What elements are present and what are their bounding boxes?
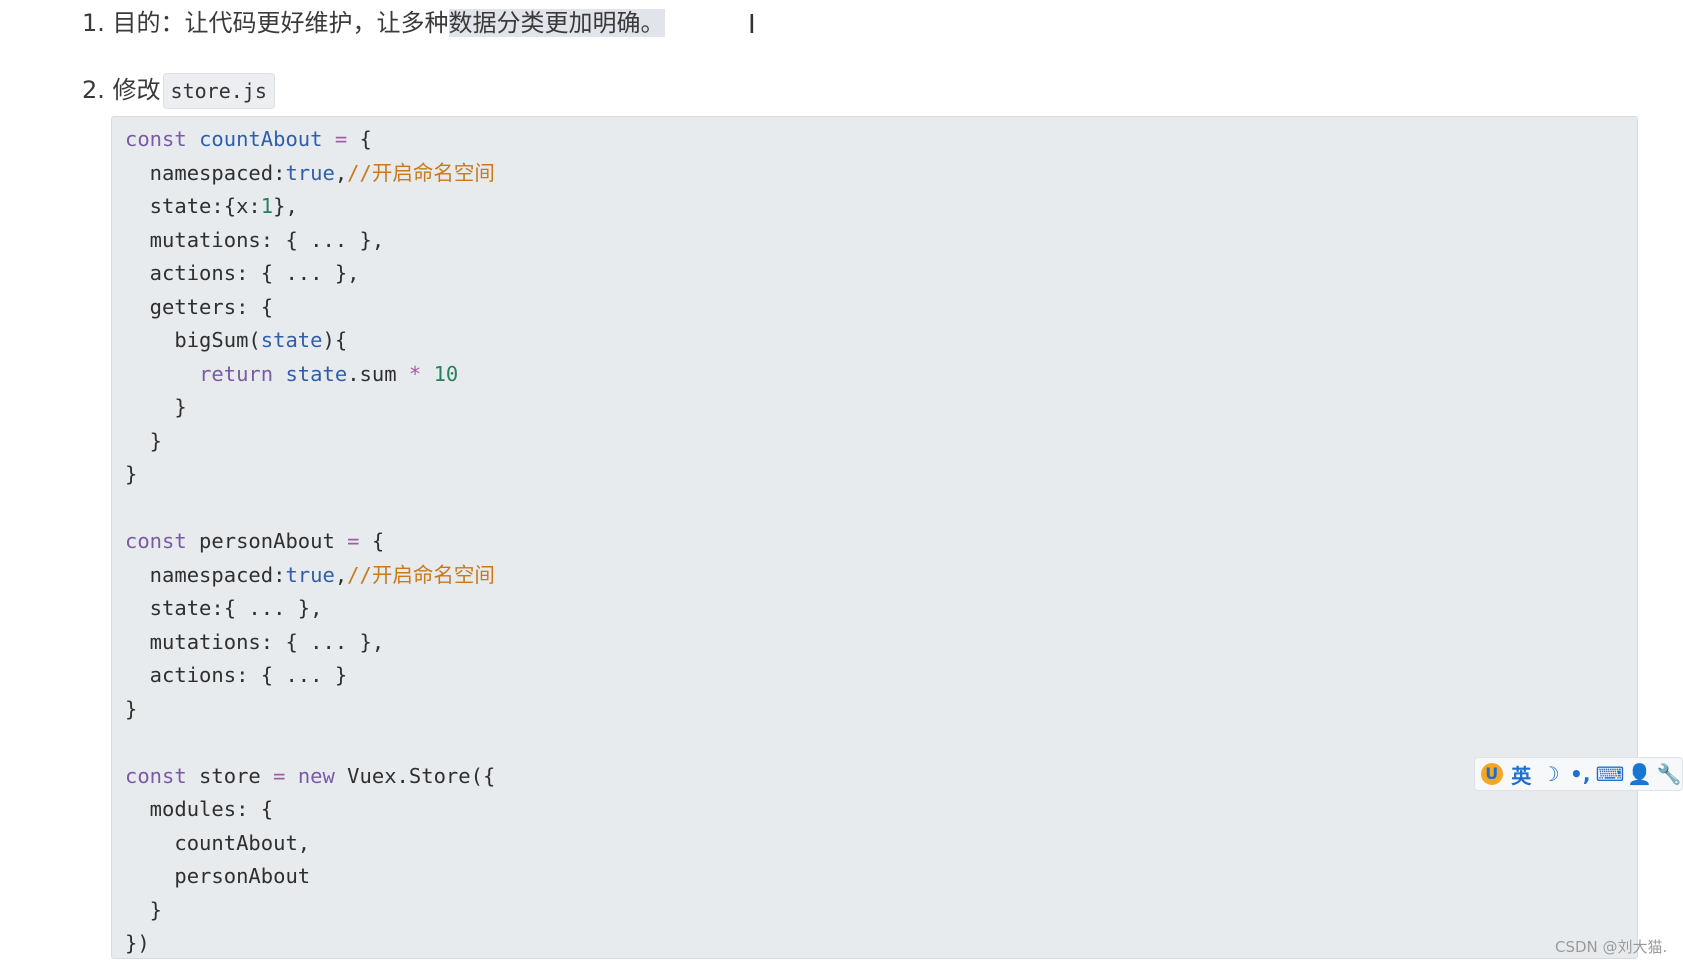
code-line: }) [125, 931, 150, 955]
watermark: CSDN @刘大猫. [1555, 938, 1668, 956]
code-line: } [125, 696, 138, 721]
list-item-modify: 2. 修改 store.js [82, 73, 275, 109]
user-icon[interactable]: 👤 [1627, 760, 1653, 788]
code-line: mutations: { ... }, [125, 227, 385, 252]
punctuation-icon[interactable]: •, [1568, 760, 1594, 788]
code-block[interactable]: const countAbout = { namespaced:true,//开… [111, 116, 1638, 959]
wrench-icon[interactable]: 🔧 [1657, 760, 1683, 788]
code-line: bigSum(state){ [125, 328, 348, 352]
code-line: } [125, 428, 163, 453]
code-line: const store = new Vuex.Store({ [125, 763, 496, 788]
code-line: } [125, 395, 187, 419]
code-content: const countAbout = { namespaced:true,//开… [125, 123, 496, 958]
code-line: const personAbout = { [125, 529, 385, 553]
list-item-purpose: 1. 目的：让代码更好维护，让多种数据分类更加明确。 [82, 6, 665, 40]
code-line: mutations: { ... }, [125, 629, 385, 654]
list-number: 1. [82, 9, 105, 37]
code-line: personAbout [125, 864, 311, 888]
list-number: 2. [82, 76, 105, 104]
purpose-text: 目的：让代码更好维护，让多种 [112, 9, 449, 37]
language-toggle[interactable]: 英 [1509, 760, 1535, 788]
code-line: getters: { [125, 294, 274, 319]
selected-text: 数据分类更加明确。 [448, 9, 665, 37]
ime-toolbar[interactable]: U 英 ☽ •, ⌨ 👤 🔧 [1474, 757, 1683, 791]
inline-code-filename: store.js [162, 73, 275, 109]
keyboard-icon[interactable]: ⌨ [1596, 760, 1625, 788]
code-line: namespaced:true,//开启命名空间 [125, 562, 495, 587]
code-line: actions: { ... }, [125, 261, 360, 285]
code-line: modules: { [125, 797, 274, 821]
code-line: return state.sum * 10 [199, 361, 459, 386]
code-line: } [125, 462, 138, 486]
code-line: const countAbout = { [125, 127, 372, 151]
code-line: countAbout, [125, 830, 311, 855]
moon-icon[interactable]: ☽ [1538, 760, 1564, 788]
code-line: state:{x:1}, [125, 194, 298, 218]
code-line: namespaced:true,//开启命名空间 [125, 160, 495, 185]
code-line: state:{ ... }, [125, 596, 323, 620]
sogou-logo-icon[interactable]: U [1479, 760, 1505, 788]
text-cursor-icon: I [748, 10, 756, 40]
code-line: actions: { ... } [125, 663, 348, 687]
code-line: } [125, 897, 163, 922]
modify-text: 修改 [112, 76, 161, 104]
